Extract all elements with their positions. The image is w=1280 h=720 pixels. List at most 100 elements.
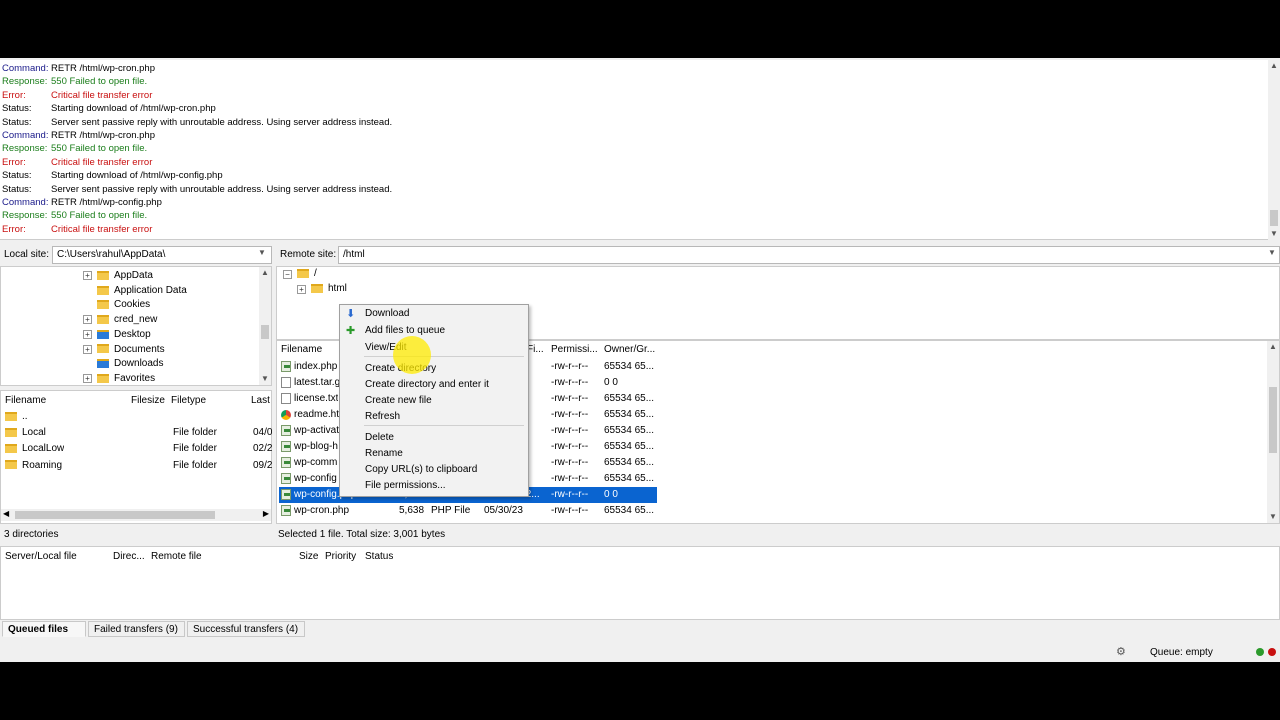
context-menu-item[interactable]: Create directory and enter it <box>340 377 528 393</box>
local-column-header[interactable]: Filetype <box>171 393 206 409</box>
context-menu-item[interactable]: Rename <box>340 446 528 462</box>
table-row[interactable]: wp-cron.php 5,638 PHP File 05/30/23 -rw-r--r… <box>279 503 657 519</box>
context-menu-item[interactable]: Delete <box>340 430 528 446</box>
log-line: Command: RETR /html/wp-cron.php <box>2 129 155 142</box>
log-kind: Error: <box>2 223 26 235</box>
scroll-down-icon[interactable]: ▼ <box>1268 228 1280 240</box>
php-file-icon <box>281 489 291 501</box>
chevron-down-icon[interactable]: ▼ <box>258 248 266 257</box>
folder-icon <box>5 444 17 454</box>
remote-tree-root[interactable]: / <box>297 267 317 281</box>
queue-column-header[interactable]: Server/Local file <box>5 549 77 565</box>
context-menu-item[interactable]: File permissions... <box>340 478 528 494</box>
scroll-thumb[interactable] <box>1269 387 1277 453</box>
php-file-icon <box>281 457 291 469</box>
local-tree-item[interactable]: AppData <box>97 269 153 283</box>
queue-column-header[interactable]: Remote file <box>151 549 202 565</box>
table-row[interactable]: Roaming File folder 09/2 <box>1 458 272 474</box>
folder-icon <box>97 359 109 369</box>
queue-tab[interactable]: Successful transfers (4) <box>187 621 305 637</box>
queue-column-header[interactable]: Size <box>299 549 318 565</box>
scroll-thumb[interactable] <box>261 325 269 339</box>
file-type: PHP File <box>431 505 471 517</box>
queue-column-header[interactable]: Status <box>365 549 393 565</box>
scroll-thumb[interactable] <box>15 511 215 519</box>
expand-icon[interactable]: + <box>83 271 92 280</box>
log-kind: Response: <box>2 210 48 222</box>
table-row[interactable]: Local File folder 04/0 <box>1 425 272 441</box>
remote-column-header[interactable]: Filename <box>281 342 322 358</box>
local-tree-item[interactable]: Downloads <box>97 357 163 371</box>
expand-icon[interactable]: + <box>297 285 306 294</box>
context-menu-item[interactable]: ⬇ Download <box>340 306 528 322</box>
log-text: RETR /html/wp-config.php <box>51 197 162 208</box>
local-column-header[interactable]: Last <box>251 393 270 409</box>
file-permissions: -rw-r--r-- <box>551 425 589 437</box>
log-line: Error: Critical file transfer error <box>2 223 152 236</box>
log-kind: Response: <box>2 143 48 155</box>
php-file-icon <box>281 425 291 437</box>
context-menu-item[interactable]: Create directory <box>340 361 528 377</box>
remote-scrollbar[interactable]: ▲ ▼ <box>1267 341 1279 523</box>
expand-icon[interactable]: + <box>83 315 92 325</box>
remote-column-header[interactable]: Owner/Gr... <box>604 342 655 358</box>
php-file-icon <box>281 505 291 517</box>
scroll-down-icon[interactable]: ▼ <box>1267 511 1279 523</box>
table-row[interactable]: .. <box>1 409 271 425</box>
scroll-down-icon[interactable]: ▼ <box>259 373 271 385</box>
local-tree-item[interactable]: Documents <box>97 343 165 357</box>
local-tree-item[interactable]: Application Data <box>97 284 187 298</box>
expand-icon[interactable]: + <box>83 329 92 339</box>
expand-icon[interactable]: + <box>83 344 92 354</box>
gear-icon[interactable]: ⚙ <box>1116 645 1126 658</box>
context-menu-item[interactable]: View/Edit <box>340 340 528 356</box>
file-name: license.txt <box>281 391 338 407</box>
log-kind: Error: <box>2 156 26 168</box>
local-status: 3 directories <box>4 529 59 540</box>
local-tree-scrollbar[interactable]: ▲ ▼ <box>259 267 271 385</box>
context-menu-item[interactable]: Create new file <box>340 393 528 409</box>
log-text: RETR /html/wp-cron.php <box>51 63 156 74</box>
local-tree-item[interactable]: Desktop <box>97 328 151 342</box>
scroll-up-icon[interactable]: ▲ <box>1268 60 1280 72</box>
file-owner: 65534 65... <box>604 393 655 405</box>
log-line: Response: 550 Failed to open file. <box>2 209 147 222</box>
scroll-right-icon[interactable]: ▶ <box>263 509 269 518</box>
file-name: Local <box>5 425 46 441</box>
remote-path-input[interactable]: /html <box>338 246 1280 264</box>
queue-tab[interactable]: Failed transfers (9) <box>88 621 185 637</box>
context-menu-item[interactable]: Refresh <box>340 409 528 425</box>
local-site-label: Local site: <box>4 249 50 260</box>
folder-icon <box>5 411 17 421</box>
folder-icon <box>97 344 109 354</box>
local-tree-item[interactable]: Favorites <box>97 372 155 386</box>
remote-column-header[interactable]: Fi... <box>527 342 544 358</box>
scroll-left-icon[interactable]: ◀ <box>3 509 9 518</box>
context-menu-item[interactable]: Copy URL(s) to clipboard <box>340 462 528 478</box>
chevron-down-icon[interactable]: ▼ <box>1268 248 1276 257</box>
scroll-thumb[interactable] <box>1270 210 1278 226</box>
file-permissions: -rw-r--r-- <box>551 441 589 453</box>
collapse-icon[interactable]: − <box>283 270 292 279</box>
table-row[interactable]: LocalLow File folder 02/2 <box>1 441 272 457</box>
remote-column-header[interactable]: Permissi... <box>551 342 598 358</box>
local-path-input[interactable]: C:\Users\rahul\AppData\ <box>52 246 272 264</box>
log-scrollbar[interactable]: ▲ ▼ <box>1268 60 1280 240</box>
log-line: Status: Starting download of /html/wp-cro… <box>2 102 216 115</box>
local-column-header[interactable]: Filesize <box>131 393 165 409</box>
local-column-header[interactable]: Filename <box>5 393 46 409</box>
queue-column-header[interactable]: Direc... <box>113 549 145 565</box>
context-menu-item[interactable]: ✚ Add files to queue <box>340 323 528 339</box>
scroll-up-icon[interactable]: ▲ <box>1267 341 1279 353</box>
queue-tab[interactable]: Queued files <box>2 621 86 637</box>
status-led-icon <box>1256 648 1264 656</box>
local-tree-item[interactable]: cred_new <box>97 313 157 327</box>
file-type: File folder <box>173 443 217 455</box>
folder-icon <box>297 268 309 278</box>
local-tree-item[interactable]: Cookies <box>97 298 150 312</box>
queue-column-header[interactable]: Priority <box>325 549 356 565</box>
remote-tree-html[interactable]: html <box>311 282 347 296</box>
local-hscrollbar[interactable]: ◀ ▶ <box>1 509 271 521</box>
scroll-up-icon[interactable]: ▲ <box>259 267 271 279</box>
expand-icon[interactable]: + <box>83 373 92 383</box>
